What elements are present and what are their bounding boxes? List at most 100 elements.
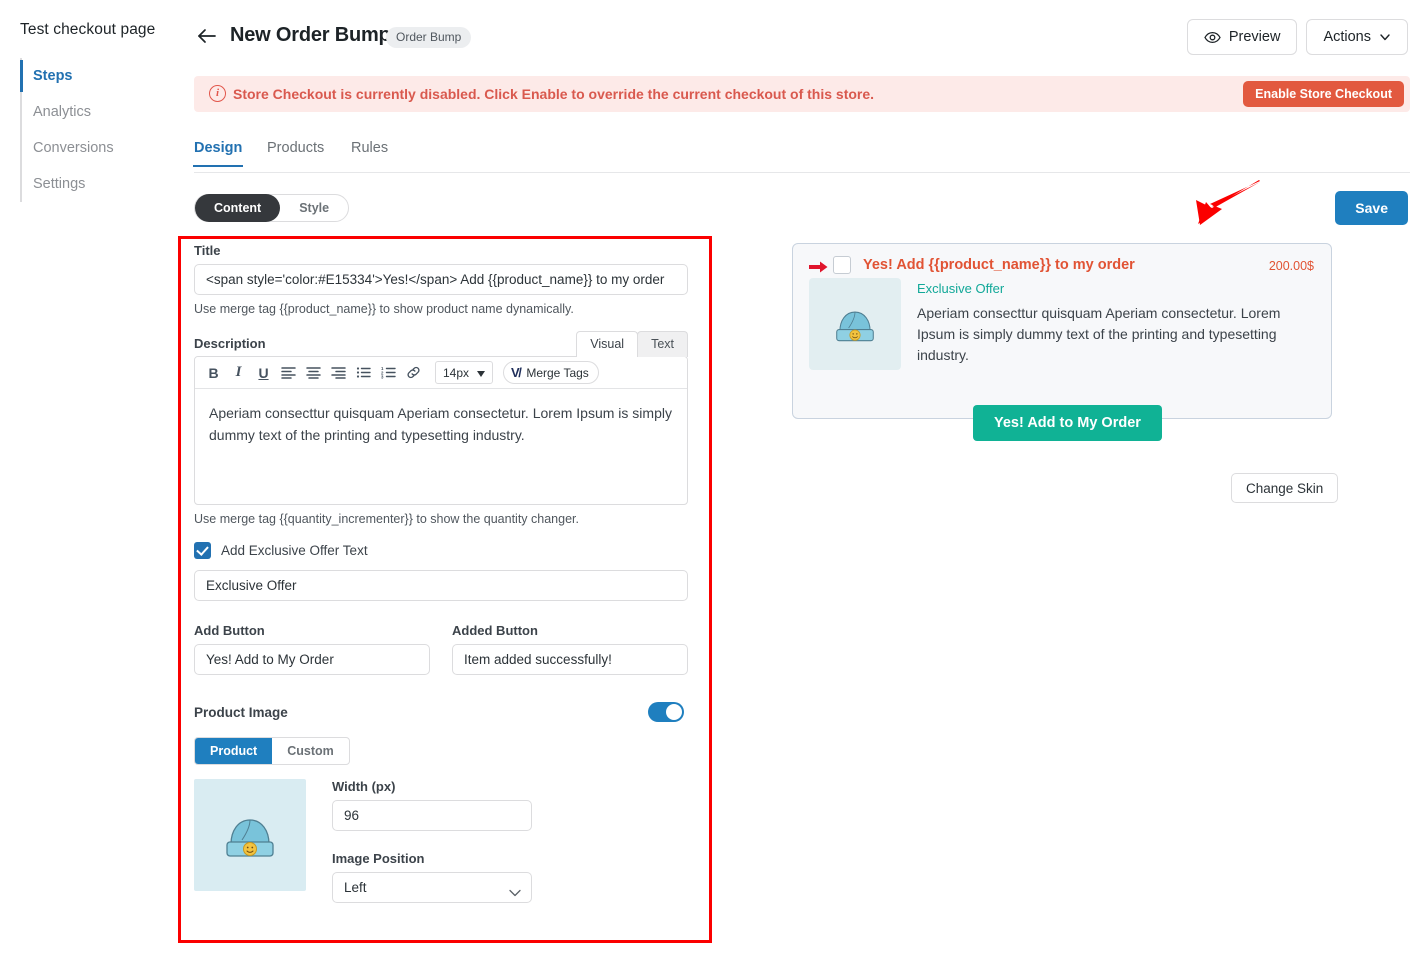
sidebar-item-conversions[interactable]: Conversions [20, 130, 170, 166]
change-skin-button[interactable]: Change Skin [1231, 473, 1339, 503]
font-size-select[interactable]: 14px [435, 361, 494, 384]
image-settings-row: Width (px) Image Position [194, 779, 688, 903]
save-button[interactable]: Save [1335, 191, 1408, 225]
enable-store-checkout-button[interactable]: Enable Store Checkout [1243, 81, 1404, 107]
tab-visual[interactable]: Visual [576, 331, 639, 357]
sidebar-item-label: Conversions [33, 140, 114, 156]
numbered-list-icon[interactable]: 1 2 3 [377, 361, 400, 384]
beanie-hat-image [226, 819, 274, 857]
image-position-select[interactable] [332, 872, 532, 903]
bullet-list-icon[interactable] [352, 361, 375, 384]
preview-button[interactable]: Preview [1186, 19, 1298, 55]
caret-down-icon [477, 366, 486, 380]
preview-button-label: Preview [1228, 29, 1281, 45]
font-size-value: 14px [443, 365, 470, 380]
exclusive-offer-checkbox-row: Add Exclusive Offer Text [194, 542, 688, 559]
red-arrow-annotation [1186, 178, 1264, 235]
bump-checkbox[interactable] [833, 256, 851, 274]
app-root: Test checkout page Steps Analytics Conve… [0, 0, 1427, 967]
image-position-select-wrap [332, 872, 532, 903]
sidebar-item-analytics[interactable]: Analytics [20, 94, 170, 130]
editor-mode-tabs: Visual Text [576, 331, 688, 357]
segment-custom[interactable]: Custom [272, 738, 349, 764]
sidebar-item-settings[interactable]: Settings [20, 166, 170, 202]
title-field-label: Title [194, 243, 221, 258]
description-field-label: Description [194, 336, 266, 351]
description-helper-text: Use merge tag {{quantity_incrementer}} t… [194, 512, 579, 526]
merge-tags-button[interactable]: V/ Merge Tags [503, 361, 599, 384]
segment-product[interactable]: Product [195, 738, 273, 764]
bump-exclusive-text: Exclusive Offer [917, 281, 1005, 296]
image-position-label: Image Position [332, 851, 425, 866]
notice-message: Store Checkout is currently disabled. Cl… [233, 86, 875, 102]
page-title: New Order Bump [230, 24, 391, 46]
add-button-input[interactable] [194, 644, 430, 675]
info-circle-icon: i [209, 85, 226, 102]
store-checkout-notice: i Store Checkout is currently disabled. … [194, 76, 1410, 112]
svg-text:3: 3 [381, 375, 384, 379]
page-header: New Order Bump Order Bump Preview Action… [178, 0, 1427, 68]
toggle-content[interactable]: Content [195, 194, 281, 222]
sidebar-item-label: Analytics [33, 104, 92, 120]
design-content-form: Title Use merge tag {{product_name}} to … [194, 243, 688, 903]
sidebar-item-steps[interactable]: Steps [20, 58, 170, 94]
add-button-label: Add Button [194, 623, 265, 638]
title-helper-text: Use merge tag {{product_name}} to show p… [194, 302, 574, 316]
link-icon[interactable] [402, 361, 425, 384]
bump-cta-button[interactable]: Yes! Add to My Order [973, 405, 1162, 441]
description-textarea[interactable]: Aperiam consecttur quisquam Aperiam cons… [195, 389, 687, 504]
editor-toolbar: B I U 1 2 3 14px V/ Merge Tags [195, 357, 687, 389]
main-tabs: Design Products Rules [192, 140, 1410, 172]
merge-tags-label: Merge Tags [526, 365, 589, 380]
description-header: Description Visual Text [194, 331, 688, 357]
actions-button[interactable]: Actions [1306, 19, 1408, 55]
sidebar-title: Test checkout page [20, 21, 156, 38]
width-input[interactable] [332, 800, 532, 831]
tab-design[interactable]: Design [192, 140, 244, 167]
description-editor: B I U 1 2 3 14px V/ Merge Tags Aperiam c… [194, 356, 688, 505]
bump-body: Exclusive Offer Aperiam consecttur quisq… [793, 278, 1331, 370]
product-image-toggle[interactable] [648, 702, 684, 722]
content-style-toggle: Content Style [194, 194, 350, 222]
bump-text-block: Exclusive Offer Aperiam consecttur quisq… [917, 278, 1292, 370]
image-source-segment: Product Custom [194, 737, 350, 765]
underline-icon[interactable]: U [252, 361, 275, 384]
sidebar-item-label: Steps [33, 68, 73, 84]
tabs-divider [194, 172, 1410, 173]
exclusive-offer-checkbox[interactable] [194, 542, 211, 559]
product-image-row: Product Image [194, 702, 688, 726]
align-center-icon[interactable] [302, 361, 325, 384]
eye-icon [1204, 31, 1221, 44]
exclusive-offer-checkbox-label: Add Exclusive Offer Text [221, 543, 368, 558]
image-dimension-fields: Width (px) Image Position [332, 779, 532, 903]
product-thumbnail [194, 779, 306, 891]
sidebar-item-label: Settings [33, 176, 86, 192]
toggle-style[interactable]: Style [280, 194, 348, 222]
button-labels-row: Add Button Added Button [194, 623, 688, 675]
beanie-hat-image [836, 311, 874, 342]
align-left-icon[interactable] [277, 361, 300, 384]
tab-products[interactable]: Products [267, 140, 324, 167]
tab-text[interactable]: Text [637, 331, 688, 357]
bump-thumbnail [809, 278, 901, 370]
bump-description: Aperiam consecttur quisquam Aperiam cons… [917, 305, 1281, 363]
align-right-icon[interactable] [327, 361, 350, 384]
red-arrow-icon [809, 260, 828, 278]
sidebar: Test checkout page Steps Analytics Conve… [0, 0, 178, 967]
chevron-down-icon [1379, 31, 1391, 43]
actions-button-label: Actions [1323, 29, 1371, 45]
arrow-left-icon[interactable] [195, 24, 219, 48]
sidebar-nav: Steps Analytics Conversions Settings [20, 58, 170, 202]
bump-header: Yes! Add {{product_name}} to my order 20… [793, 244, 1331, 278]
italic-icon[interactable]: I [227, 361, 250, 384]
added-button-label: Added Button [452, 623, 538, 638]
tab-rules[interactable]: Rules [351, 140, 388, 167]
order-bump-preview: Yes! Add {{product_name}} to my order 20… [792, 243, 1332, 419]
width-label: Width (px) [332, 779, 396, 794]
merge-tags-logo-icon: V/ [511, 365, 522, 380]
added-button-field: Added Button [452, 623, 688, 675]
added-button-input[interactable] [452, 644, 688, 675]
bold-icon[interactable]: B [202, 361, 225, 384]
title-input[interactable] [194, 264, 688, 295]
exclusive-offer-input[interactable] [194, 570, 688, 601]
